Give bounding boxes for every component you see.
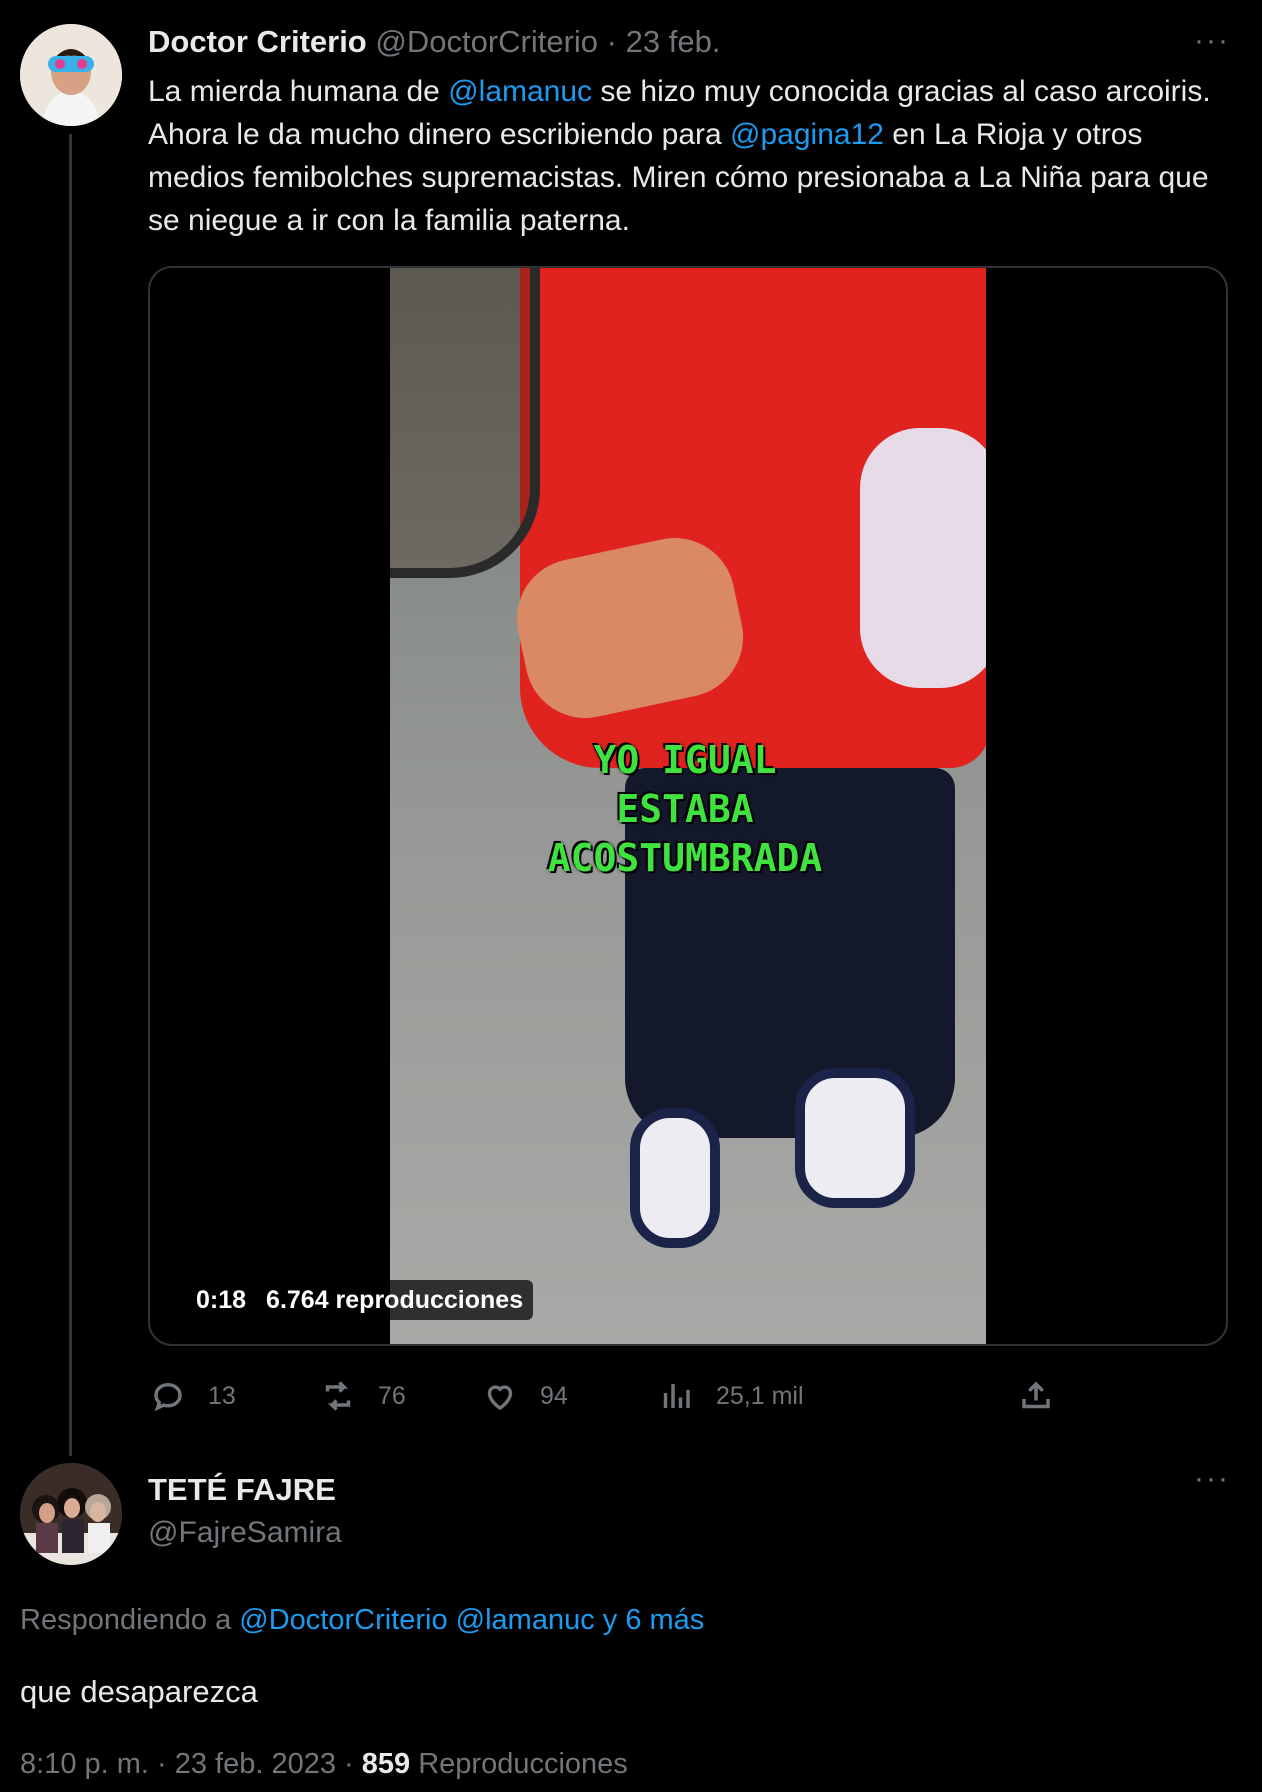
views-button[interactable]: 25,1 mil <box>658 1378 804 1414</box>
share-icon <box>1022 1381 1050 1409</box>
retweet-count: 76 <box>378 1381 406 1410</box>
reply-button[interactable]: 13 <box>150 1378 236 1414</box>
tweet1-text-part: La mierda humana de <box>148 75 449 108</box>
tweet1-sep: · <box>598 24 626 59</box>
video-duration: 0:18 <box>196 1286 247 1314</box>
thread-line <box>69 134 72 1456</box>
tweet1-handle[interactable]: @DoctorCriterio <box>375 24 598 59</box>
video-shoe <box>795 1068 915 1208</box>
video-caption: YO IGUAL ESTABA ACOSTUMBRADA <box>450 736 920 883</box>
retweet-button[interactable]: 76 <box>320 1378 406 1414</box>
replying-to-line: Respondiendo a @DoctorCriterio @lamanuc … <box>20 1604 704 1637</box>
tweet2-text: que desaparezca <box>20 1674 258 1709</box>
video-glasses <box>390 268 540 578</box>
caption-line: ACOSTUMBRADA <box>547 836 823 880</box>
mention-pagina12[interactable]: @pagina12 <box>730 118 884 151</box>
video-views: 6.764 reproducciones <box>266 1286 524 1314</box>
views-icon <box>663 1384 690 1408</box>
reply-count: 13 <box>208 1381 236 1410</box>
video-frame: YO IGUAL ESTABA ACOSTUMBRADA <box>390 268 986 1344</box>
more-icon[interactable]: ··· <box>1194 24 1230 58</box>
video-player[interactable]: YO IGUAL ESTABA ACOSTUMBRADA 0:18 6.764 r… <box>148 266 1228 1346</box>
tweet2-handle[interactable]: @FajreSamira <box>148 1516 342 1550</box>
tweet1-display-name[interactable]: Doctor Criterio <box>148 24 367 59</box>
more-icon[interactable]: ··· <box>1194 1462 1230 1496</box>
avatar-tete-fajre[interactable] <box>20 1463 122 1565</box>
replying-prefix: Respondiendo a <box>20 1604 240 1636</box>
share-button[interactable] <box>1018 1378 1076 1414</box>
video-plush-toy <box>860 428 986 688</box>
like-button[interactable]: 94 <box>482 1378 568 1414</box>
replying-mentions[interactable]: @DoctorCriterio @lamanuc y 6 más <box>239 1604 704 1636</box>
tweet2-views-label: Reproducciones <box>410 1748 628 1780</box>
tweet1-header: Doctor Criterio @DoctorCriterio · 23 feb… <box>148 24 720 60</box>
tweet1-action-bar: 13 76 94 25,1 mil <box>148 1378 1068 1422</box>
tweet1-text: La mierda humana de @lamanuc se hizo muy… <box>148 70 1228 242</box>
caption-line: ESTABA <box>616 787 754 831</box>
like-icon <box>487 1385 513 1411</box>
like-count: 94 <box>540 1381 568 1410</box>
tweet2-views-count: 859 <box>361 1748 411 1780</box>
video-stats-badge: 0:18 6.764 reproducciones <box>184 1280 534 1320</box>
tweet2-meta: 8:10 p. m. · 23 feb. 2023 · 859 Reproduc… <box>20 1748 628 1781</box>
tweet2-timestamp[interactable]: 8:10 p. m. · 23 feb. 2023 · <box>20 1748 362 1780</box>
reply-icon <box>154 1383 182 1412</box>
mention-lamanuc[interactable]: @lamanuc <box>448 75 592 108</box>
tweet1-date[interactable]: 23 feb. <box>626 24 721 59</box>
video-shoe <box>630 1108 720 1248</box>
tweet2-display-name[interactable]: TETÉ FAJRE <box>148 1472 336 1508</box>
caption-line: YO IGUAL <box>593 738 777 782</box>
retweet-icon <box>325 1381 351 1411</box>
views-count: 25,1 mil <box>716 1381 804 1410</box>
avatar-doctor-criterio[interactable] <box>20 24 122 126</box>
